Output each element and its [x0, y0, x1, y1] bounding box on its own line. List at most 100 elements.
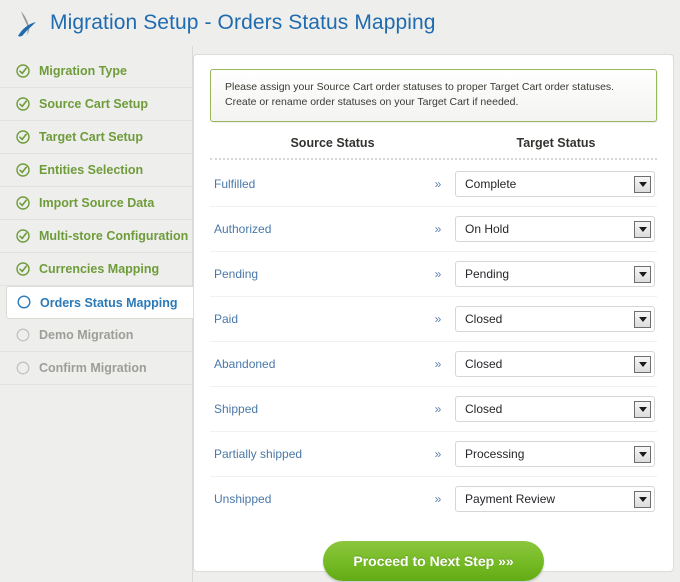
source-status-link[interactable]: Fulfilled: [210, 177, 421, 191]
target-status-value: Pending: [465, 267, 510, 281]
sidebar-item-target-cart-setup[interactable]: Target Cart Setup: [0, 121, 192, 154]
column-header-source-status: Source Status: [290, 136, 375, 150]
sidebar-item-orders-status-mapping[interactable]: Orders Status Mapping: [6, 286, 193, 319]
wizard-steps-sidebar: Migration Type Source Cart Setup Target …: [0, 46, 193, 582]
target-status-select[interactable]: Closed: [455, 306, 655, 332]
chevron-down-icon[interactable]: [634, 175, 651, 193]
page-header: Migration Setup - Orders Status Mapping: [0, 0, 680, 46]
instructions-line-1: Please assign your Source Cart order sta…: [225, 81, 615, 93]
swoosh-logo-icon: [14, 7, 44, 41]
target-status-cell: Closed: [455, 351, 657, 377]
empty-circle-icon: [17, 295, 31, 309]
source-status-link[interactable]: Shipped: [210, 402, 421, 416]
check-circle-icon: [16, 63, 30, 78]
table-header-row: Source Status Target Status: [210, 136, 657, 158]
target-status-select[interactable]: Payment Review: [455, 486, 655, 512]
table-row: Abandoned » Closed: [210, 342, 657, 387]
chevron-down-icon[interactable]: [634, 400, 651, 418]
maps-to-arrow-icon: »: [434, 402, 442, 416]
target-status-select[interactable]: Pending: [455, 261, 655, 287]
sidebar-item-label: Target Cart Setup: [39, 130, 143, 144]
source-status-link[interactable]: Unshipped: [210, 492, 421, 506]
sidebar-item-label: Multi-store Configuration: [39, 229, 189, 243]
target-status-value: On Hold: [465, 222, 510, 236]
header-divider: [210, 158, 657, 160]
sidebar-item-demo-migration[interactable]: Demo Migration: [0, 319, 192, 352]
target-status-cell: Payment Review: [455, 486, 657, 512]
maps-to-arrow-icon: »: [434, 177, 442, 191]
check-circle-icon: [16, 96, 30, 111]
content-panel: Please assign your Source Cart order sta…: [193, 54, 674, 581]
table-row: Pending » Pending: [210, 252, 657, 297]
table-row: Unshipped » Payment Review: [210, 477, 657, 521]
target-status-cell: Processing: [455, 441, 657, 467]
sidebar-item-currencies-mapping[interactable]: Currencies Mapping: [0, 253, 192, 286]
sidebar-item-migration-type[interactable]: Migration Type: [0, 55, 192, 88]
target-status-value: Payment Review: [465, 492, 556, 506]
table-row: Shipped » Closed: [210, 387, 657, 432]
sidebar-item-label: Orders Status Mapping: [40, 295, 178, 310]
empty-circle-icon: [16, 361, 30, 375]
source-status-link[interactable]: Pending: [210, 267, 421, 281]
chevron-down-icon[interactable]: [634, 220, 651, 238]
table-row: Fulfilled » Complete: [210, 162, 657, 207]
source-status-link[interactable]: Partially shipped: [210, 447, 421, 461]
chevron-down-icon[interactable]: [634, 445, 651, 463]
instructions-line-2: Create or rename order statuses on your …: [225, 96, 519, 108]
chevron-down-icon[interactable]: [634, 490, 651, 508]
target-status-select[interactable]: Closed: [455, 351, 655, 377]
maps-to-arrow-icon: »: [434, 447, 442, 461]
target-status-value: Closed: [465, 402, 503, 416]
target-status-cell: Closed: [455, 396, 657, 422]
maps-to-arrow-icon: »: [434, 312, 442, 326]
chevron-down-icon[interactable]: [634, 265, 651, 283]
target-status-cell: Closed: [455, 306, 657, 332]
sidebar-item-label: Entities Selection: [39, 163, 144, 177]
source-status-link[interactable]: Abandoned: [210, 357, 421, 371]
sidebar-item-label: Source Cart Setup: [39, 97, 149, 111]
target-status-value: Processing: [465, 447, 525, 461]
target-status-value: Complete: [465, 177, 517, 191]
main-content: Please assign your Source Cart order sta…: [193, 46, 680, 582]
table-row: Paid » Closed: [210, 297, 657, 342]
check-circle-icon: [16, 129, 30, 144]
target-status-cell: Complete: [455, 171, 657, 197]
source-status-link[interactable]: Authorized: [210, 222, 421, 236]
sidebar-item-label: Currencies Mapping: [39, 262, 160, 276]
target-status-select[interactable]: Closed: [455, 396, 655, 422]
target-status-cell: On Hold: [455, 216, 657, 242]
target-status-select[interactable]: Processing: [455, 441, 655, 467]
maps-to-arrow-icon: »: [434, 492, 442, 506]
target-status-cell: Pending: [455, 261, 657, 287]
chevron-down-icon[interactable]: [634, 310, 651, 328]
status-mapping-table: Source Status Target Status Fulfilled » …: [210, 136, 657, 521]
maps-to-arrow-icon: »: [434, 357, 442, 371]
instructions-callout: Please assign your Source Cart order sta…: [210, 69, 657, 122]
check-circle-icon: [16, 162, 30, 177]
check-circle-icon: [16, 195, 30, 210]
target-status-value: Closed: [465, 312, 503, 326]
sidebar-item-label: Import Source Data: [39, 196, 155, 210]
sidebar-item-label: Confirm Migration: [39, 361, 147, 375]
sidebar-item-confirm-migration[interactable]: Confirm Migration: [0, 352, 192, 385]
sidebar-item-source-cart-setup[interactable]: Source Cart Setup: [0, 88, 192, 121]
table-row: Partially shipped » Processing: [210, 432, 657, 477]
target-status-select[interactable]: On Hold: [455, 216, 655, 242]
page-title: Migration Setup - Orders Status Mapping: [50, 11, 436, 34]
sidebar-item-import-source-data[interactable]: Import Source Data: [0, 187, 192, 220]
sidebar-item-label: Demo Migration: [39, 328, 134, 342]
footer-actions: Proceed to Next Step »»: [210, 541, 657, 581]
sidebar-item-entities-selection[interactable]: Entities Selection: [0, 154, 192, 187]
empty-circle-icon: [16, 328, 30, 342]
check-circle-icon: [16, 228, 30, 243]
table-row: Authorized » On Hold: [210, 207, 657, 252]
maps-to-arrow-icon: »: [434, 267, 442, 281]
check-circle-icon: [16, 261, 30, 276]
sidebar-item-multi-store-configuration[interactable]: Multi-store Configuration: [0, 220, 192, 253]
column-header-target-status: Target Status: [516, 136, 596, 150]
source-status-link[interactable]: Paid: [210, 312, 421, 326]
maps-to-arrow-icon: »: [434, 222, 442, 236]
target-status-select[interactable]: Complete: [455, 171, 655, 197]
proceed-to-next-step-button[interactable]: Proceed to Next Step »»: [323, 541, 544, 581]
chevron-down-icon[interactable]: [634, 355, 651, 373]
